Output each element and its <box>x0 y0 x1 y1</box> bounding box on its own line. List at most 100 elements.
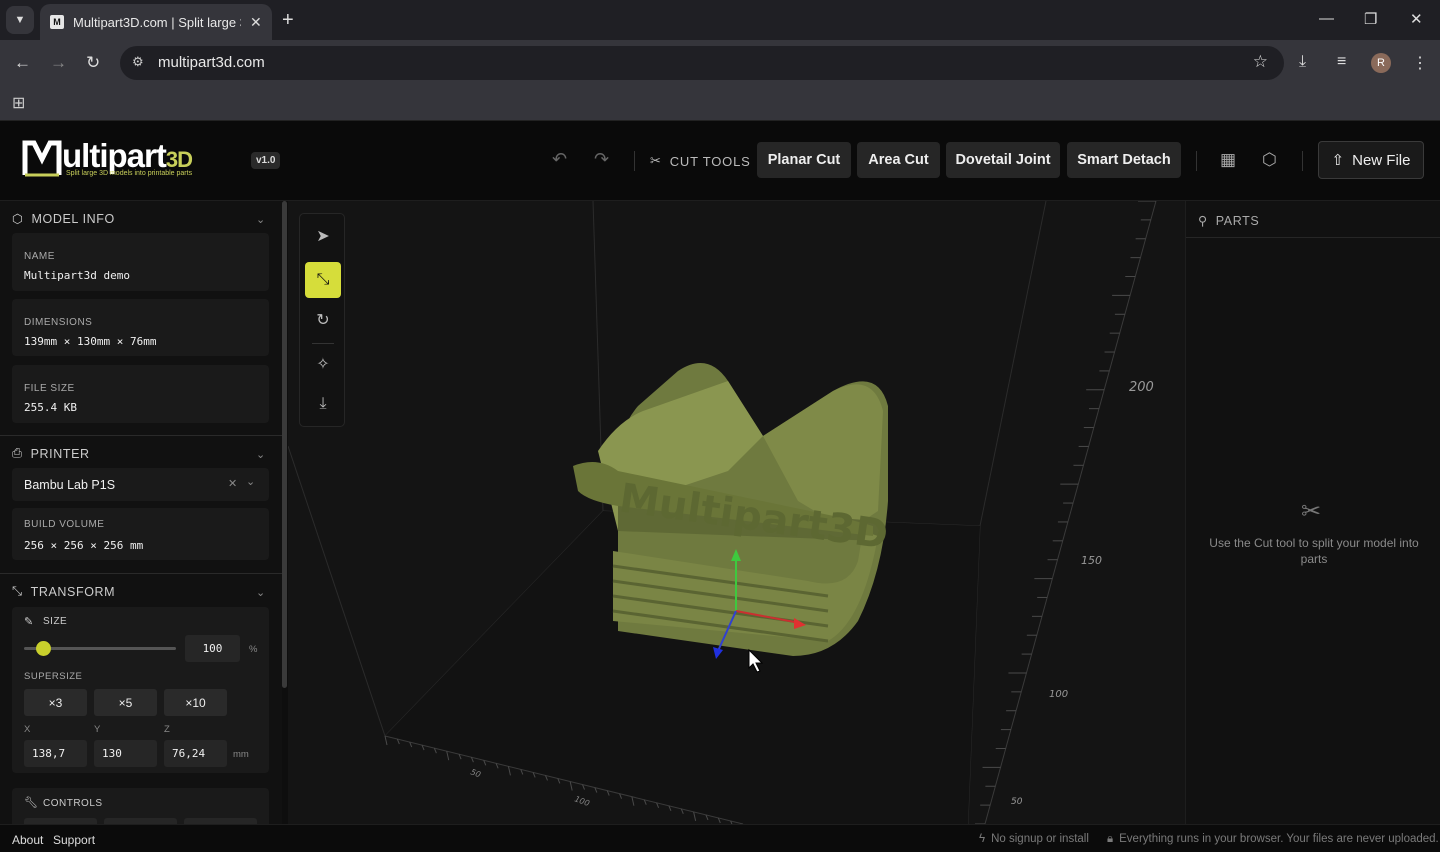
avatar[interactable]: R <box>1371 53 1391 73</box>
axis-tick <box>631 796 635 806</box>
left-panel-scrollbar[interactable] <box>282 201 287 688</box>
transform-title: TRANSFORM <box>30 584 116 599</box>
header-divider <box>1196 151 1197 171</box>
scissors-icon: ✂ <box>1301 498 1322 525</box>
printer-selected: Bambu Lab P1S <box>24 478 116 492</box>
chevron-down-icon[interactable]: ⌄ <box>256 586 265 599</box>
supersize-x10-button[interactable]: ×10 <box>164 689 227 716</box>
clear-icon[interactable]: ✕ <box>228 477 237 490</box>
chevron-down-icon[interactable]: ⌄ <box>256 448 265 461</box>
x-label: X <box>24 724 31 735</box>
dovetail-joint-button[interactable]: Dovetail Joint <box>946 142 1060 178</box>
redo-icon[interactable]: ↷ <box>594 149 609 170</box>
chevron-down-icon[interactable]: ⌄ <box>246 475 255 488</box>
cube-view-icon[interactable]: ⬡ <box>1262 150 1277 170</box>
size-input[interactable]: 100 <box>185 635 240 662</box>
bookmark-star-icon[interactable]: ☆ <box>1253 52 1268 72</box>
x-input[interactable]: 138,7 <box>24 740 87 767</box>
media-control-icon[interactable]: ≡ <box>1337 53 1346 71</box>
cut-tools-label: ✂ CUT TOOLS <box>650 153 751 169</box>
rotate-tool-button[interactable]: ↻ <box>305 302 341 338</box>
parts-divider <box>1186 237 1440 238</box>
logo-m-icon <box>22 140 62 177</box>
upload-icon: ⇧ <box>1331 152 1345 169</box>
restore-icon[interactable]: ❐ <box>1364 10 1377 28</box>
axis-label-bottom-100: 100 <box>573 794 590 808</box>
bookmarks-bar: ⊞ <box>0 86 1440 121</box>
apps-grid-icon[interactable]: ⊞ <box>12 93 25 113</box>
model-name: Multipart3d demo <box>24 269 130 282</box>
size-slider-thumb[interactable] <box>36 641 51 656</box>
site-info-icon[interactable]: ⚙ <box>132 54 144 70</box>
left-panel: ⬡ MODEL INFO ⌄ NAME Multipart3d demo DIM… <box>0 201 282 824</box>
about-link[interactable]: About <box>12 833 43 847</box>
export-tool-button[interactable]: ⤓ <box>305 386 341 422</box>
scene-canvas[interactable]: Multipart3D 200 150 100 50 50 100 <box>288 201 1185 824</box>
printer-select[interactable]: Bambu Lab P1S ✕ ⌄ <box>12 468 269 501</box>
size-unit: % <box>249 644 258 655</box>
logo-text: ultipart <box>62 137 167 174</box>
model-info-header[interactable]: ⬡ MODEL INFO <box>12 211 115 227</box>
axis-label-100: 100 <box>1049 689 1068 700</box>
parts-empty-message: Use the Cut tool to split your model int… <box>1209 536 1419 566</box>
3d-model[interactable]: Multipart3D <box>573 363 891 656</box>
back-icon[interactable]: ← <box>14 53 31 73</box>
browser-tab[interactable]: M Multipart3D.com | Split large 3D model… <box>40 4 272 40</box>
browser-toolbar: ← → ↻ ⚙ multipart3d.com ☆ ⤓ ≡ R ⋮ <box>0 40 1440 86</box>
file-size-value: 255.4 KB <box>24 401 77 414</box>
magic-pointer-icon: ✧ <box>316 356 330 373</box>
name-label: NAME <box>24 251 55 262</box>
axis-tick <box>693 811 697 821</box>
3d-viewport[interactable]: Multipart3D 200 150 100 50 50 100 <box>288 201 1185 824</box>
axis-label-bottom-50: 50 <box>469 767 482 779</box>
undo-icon[interactable]: ↶ <box>552 149 567 170</box>
logo[interactable]: ultipart3D Split large 3D models into pr… <box>22 137 222 183</box>
select-tool-button[interactable]: ➤ <box>305 218 341 254</box>
chevron-down-icon[interactable]: ⌄ <box>256 213 265 226</box>
transform-header[interactable]: ⤡ TRANSFORM <box>12 584 115 599</box>
supersize-x3-button[interactable]: ×3 <box>24 689 87 716</box>
area-cut-button[interactable]: Area Cut <box>857 142 940 178</box>
magic-select-tool-button[interactable]: ✧ <box>305 346 341 382</box>
z-input[interactable]: 76,24 <box>164 740 227 767</box>
move-tool-button[interactable]: ⤡ <box>305 262 341 298</box>
logo-suffix: 3D <box>165 147 193 172</box>
tab-search-button[interactable]: ▼ <box>6 6 34 34</box>
supersize-x5-button[interactable]: ×5 <box>94 689 157 716</box>
move-axes-icon: ⤡ <box>316 271 330 288</box>
forward-icon[interactable]: → <box>50 53 67 73</box>
browser-menu-icon[interactable]: ⋮ <box>1412 53 1428 73</box>
parts-panel: ⚲ PARTS ✂ Use the Cut tool to split your… <box>1185 201 1440 824</box>
minimize-icon[interactable]: — <box>1319 10 1334 27</box>
parts-header: ⚲ PARTS <box>1198 213 1259 229</box>
lightning-icon: ϟ <box>979 833 986 845</box>
build-volume-card: BUILD VOLUME 256 × 256 × 256 mm <box>12 508 269 560</box>
new-file-button[interactable]: ⇧ New File <box>1318 141 1424 179</box>
file-size-label: FILE SIZE <box>24 383 75 394</box>
close-window-icon[interactable]: ✕ <box>1410 10 1423 28</box>
app-footer: About Support ϟ No signup or install 🔒︎ … <box>0 824 1440 852</box>
lock-icon: 🔒︎ <box>1107 833 1114 845</box>
address-bar[interactable]: ⚙ multipart3d.com ☆ <box>120 46 1284 80</box>
model-info-title: MODEL INFO <box>31 211 115 226</box>
planar-cut-button[interactable]: Planar Cut <box>757 142 851 178</box>
grid-view-icon[interactable]: ▦ <box>1220 150 1236 170</box>
no-signup-text: No signup or install <box>991 833 1089 845</box>
new-tab-button[interactable]: + <box>282 8 294 32</box>
scissors-icon: ✂ <box>650 153 662 168</box>
download-icon[interactable]: ⤓ <box>1299 53 1306 71</box>
reload-icon[interactable]: ↻ <box>86 53 100 73</box>
dimensions-card: DIMENSIONS 139mm × 130mm × 76mm <box>12 299 269 356</box>
printer-icon: ⎙ <box>12 446 23 460</box>
browser-tab-bar: ▼ M Multipart3D.com | Split large 3D mod… <box>0 0 1440 40</box>
header-divider <box>634 151 635 171</box>
y-input[interactable]: 130 <box>94 740 157 767</box>
printer-header[interactable]: ⎙ PRINTER <box>12 446 90 461</box>
smart-detach-button[interactable]: Smart Detach <box>1067 142 1181 178</box>
close-tab-icon[interactable]: ✕ <box>250 14 262 31</box>
wrench-icon: 🔧︎ <box>24 797 38 809</box>
support-link[interactable]: Support <box>53 833 95 847</box>
controls-title: CONTROLS <box>43 798 103 809</box>
supersize-label: SUPERSIZE <box>24 671 83 682</box>
app-header: ultipart3D Split large 3D models into pr… <box>0 121 1440 201</box>
